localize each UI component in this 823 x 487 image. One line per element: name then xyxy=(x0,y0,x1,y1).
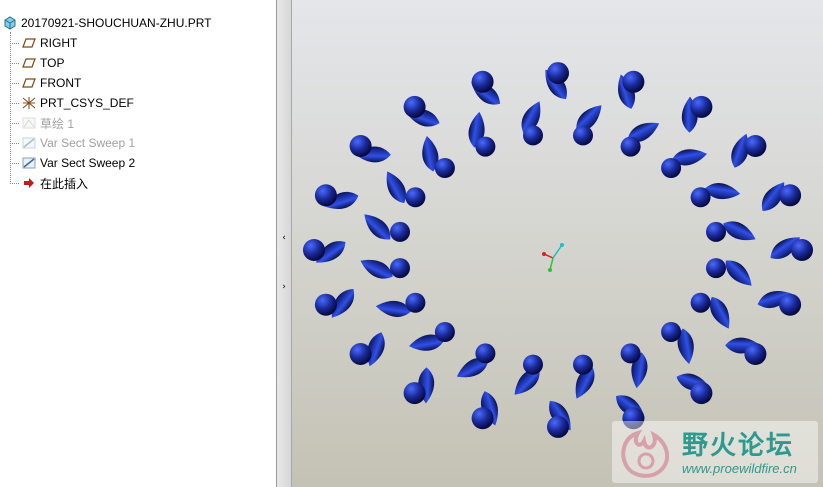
sweep-bead xyxy=(791,239,813,261)
datum-plane-icon xyxy=(22,78,36,88)
sweep-bead xyxy=(405,187,426,208)
tree-connector xyxy=(10,142,19,144)
sweep-bead xyxy=(744,343,767,365)
tree-item-label: 草绘 1 xyxy=(40,116,75,131)
sweep-bead xyxy=(403,382,426,405)
sweep-bead xyxy=(523,125,543,146)
part-icon xyxy=(4,16,16,30)
watermark-logo-icon xyxy=(621,429,670,478)
tree-connector xyxy=(10,102,19,104)
sweep-bead xyxy=(661,158,682,178)
sweep-bead xyxy=(471,407,494,430)
sweep-bead xyxy=(779,184,802,207)
tree-item-label: Var Sect Sweep 1 xyxy=(40,136,136,150)
sweep-bead xyxy=(523,354,543,375)
sweep-bead xyxy=(349,343,372,365)
tree-item[interactable]: PRT_CSYS_DEF xyxy=(10,94,134,112)
tree-connector xyxy=(10,182,19,184)
sweep-bead xyxy=(622,70,645,93)
sweep-bead xyxy=(390,221,410,242)
sweep-bead xyxy=(471,70,494,93)
sweep-bead xyxy=(405,292,426,313)
tree-item-label: PRT_CSYS_DEF xyxy=(40,96,134,110)
sweep-bead xyxy=(390,258,410,279)
tree-connector xyxy=(10,82,19,84)
sweep-bead xyxy=(661,322,682,342)
tree-item[interactable]: Var Sect Sweep 1 xyxy=(10,134,135,152)
tree-item-label: RIGHT xyxy=(40,36,78,50)
insert-here-arrow-icon xyxy=(24,178,34,188)
sweep-bead xyxy=(779,293,802,316)
collapse-arrow-icon[interactable]: ‹ xyxy=(280,232,288,244)
sweep-bead xyxy=(744,135,767,157)
datum-plane-icon xyxy=(22,38,36,48)
watermark: 野火论坛 www.proewildfire.cn xyxy=(612,421,818,483)
sweep-bead xyxy=(547,415,569,438)
expand-arrow-icon[interactable]: › xyxy=(280,281,288,293)
sweep-bead xyxy=(434,158,455,178)
sweep-icon xyxy=(22,137,36,149)
tree-item[interactable]: 草绘 1 xyxy=(10,114,74,132)
tree-item-label: Var Sect Sweep 2 xyxy=(40,156,136,170)
sweep-bead xyxy=(314,293,337,316)
sweep-bead xyxy=(475,343,496,364)
sweep-bead xyxy=(475,136,496,157)
tree-connector xyxy=(10,122,19,124)
sweep-bead xyxy=(403,95,426,118)
tree-connector xyxy=(10,162,19,164)
tree-root-part[interactable]: 20170921-SHOUCHUAN-ZHU.PRT xyxy=(2,14,212,32)
tree-connector xyxy=(10,42,19,44)
watermark-url: www.proewildfire.cn xyxy=(682,461,797,476)
csys-triad-icon xyxy=(542,243,564,272)
model-3d-view[interactable] xyxy=(292,0,823,487)
tree-item-label: 在此插入 xyxy=(40,176,89,191)
tree-item[interactable]: TOP xyxy=(10,54,64,72)
sweep-bead xyxy=(690,292,711,313)
sweep-bead xyxy=(690,95,713,118)
tree-item[interactable]: RIGHT xyxy=(10,34,77,52)
datum-plane-icon xyxy=(22,58,36,68)
sweep-bead xyxy=(690,187,711,208)
sweep-link xyxy=(364,214,391,240)
sweep-bead xyxy=(547,62,569,85)
tree-item-label: FRONT xyxy=(40,76,82,90)
graphics-viewport[interactable] xyxy=(292,0,823,487)
sweep-bead xyxy=(314,184,337,207)
sweep-bead xyxy=(573,354,593,375)
tree-root-label: 20170921-SHOUCHUAN-ZHU.PRT xyxy=(21,16,212,30)
sweep-bead xyxy=(620,343,641,364)
csys-icon xyxy=(22,97,36,109)
sweep-bead xyxy=(573,125,593,146)
tree-item[interactable]: 在此插入 xyxy=(10,174,88,192)
tree-connector xyxy=(10,62,19,64)
model-tree-panel: 20170921-SHOUCHUAN-ZHU.PRT RIGHT TOP FRONT… xyxy=(0,0,277,487)
sweep-bead xyxy=(690,382,713,405)
sweep-bead xyxy=(706,258,726,279)
tree-item[interactable]: Var Sect Sweep 2 xyxy=(10,154,135,172)
sketch-icon xyxy=(22,117,36,129)
sweep-link xyxy=(725,260,752,286)
panel-splitter[interactable]: ‹ › xyxy=(277,0,292,487)
tree-item[interactable]: FRONT xyxy=(10,74,81,92)
sweep-bead xyxy=(434,322,455,342)
sweep-bead xyxy=(349,135,372,157)
sweep-bead xyxy=(620,136,641,157)
sweep-icon xyxy=(22,157,36,169)
sweep-bead xyxy=(706,221,726,242)
watermark-title: 野火论坛 xyxy=(682,431,795,461)
sweep-bead xyxy=(303,239,325,261)
tree-item-label: TOP xyxy=(40,56,65,70)
